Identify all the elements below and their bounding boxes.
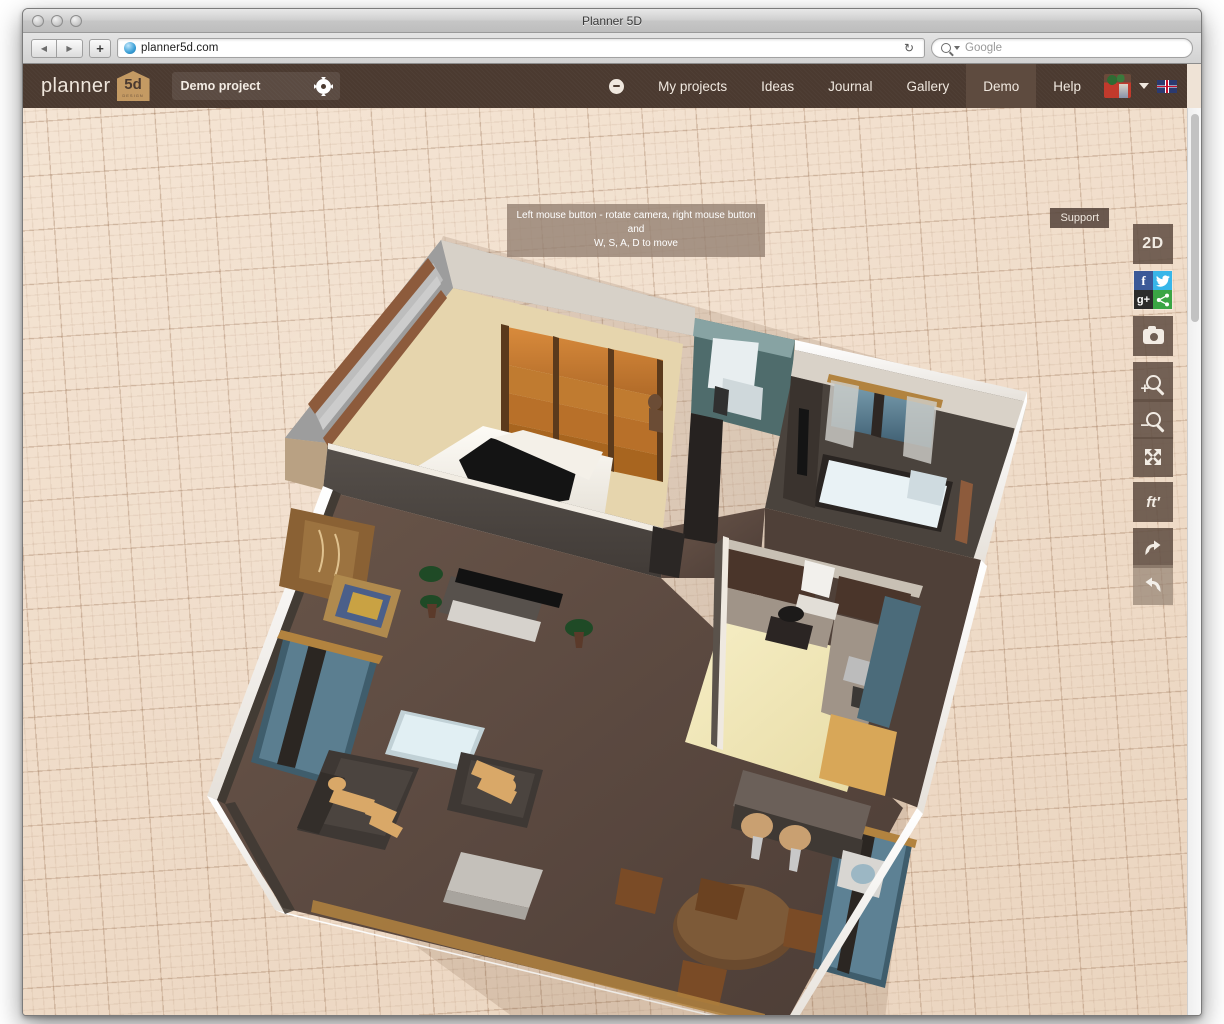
chevron-down-icon[interactable] <box>1139 83 1149 89</box>
circle-minus-icon <box>609 79 624 94</box>
browser-toolbar: ◀ ▶ + planner5d.com ↻ Google <box>23 33 1201 64</box>
zoom-in-icon: + <box>1146 375 1161 390</box>
support-tooltip[interactable]: Support <box>1050 208 1109 228</box>
twitter-icon[interactable] <box>1153 271 1172 290</box>
planner5d-logo[interactable]: planner 5d DESIGN <box>23 71 150 101</box>
zoom-in-button[interactable]: + <box>1133 362 1173 402</box>
app-header: planner 5d DESIGN Demo project My projec… <box>23 64 1187 108</box>
scrollbar-thumb[interactable] <box>1191 114 1199 322</box>
cookware <box>778 606 804 622</box>
logo-badge-icon: 5d DESIGN <box>117 71 150 101</box>
nav-item-demo[interactable]: Demo <box>966 64 1036 108</box>
undo-arrow-icon <box>1141 537 1165 559</box>
search-field[interactable]: Google <box>931 38 1193 58</box>
camera-icon <box>1143 329 1164 344</box>
browser-window: Planner 5D ◀ ▶ + planner5d.com ↻ Google … <box>22 8 1202 1016</box>
googleplus-icon[interactable]: g+ <box>1134 290 1153 309</box>
redo-arrow-icon <box>1141 574 1165 596</box>
navigation-buttons: ◀ ▶ <box>31 39 83 58</box>
gear-icon[interactable] <box>316 79 331 94</box>
logo-badge-sub: DESIGN <box>122 93 143 98</box>
camera-hint-tooltip: Left mouse button - rotate camera, right… <box>507 204 765 257</box>
screenshot-button[interactable] <box>1133 316 1173 356</box>
minimize-button[interactable] <box>51 15 63 27</box>
logo-badge-number: 5d <box>124 77 142 92</box>
nav-item-ideas[interactable]: Ideas <box>744 64 811 108</box>
chevron-down-icon <box>954 46 960 50</box>
curtain-right <box>903 396 937 464</box>
plant[interactable] <box>419 566 443 582</box>
close-button[interactable] <box>32 15 44 27</box>
globe-icon <box>124 42 136 54</box>
reload-icon[interactable]: ↻ <box>900 39 918 57</box>
view-2d-label: 2D <box>1142 235 1163 253</box>
units-button[interactable]: ft′ <box>1133 482 1173 522</box>
fullscreen-button[interactable] <box>1133 437 1173 477</box>
social-share-grid[interactable]: f g+ <box>1133 270 1173 310</box>
nav-item-my-projects[interactable]: My projects <box>641 64 744 108</box>
back-button[interactable]: ◀ <box>31 39 57 58</box>
camera-hint-line-2: W, S, A, D to move <box>513 237 759 251</box>
window-controls[interactable] <box>32 15 82 27</box>
window-title: Planner 5D <box>23 9 1201 33</box>
mannequin-figure[interactable] <box>648 394 663 433</box>
vertical-scrollbar[interactable] <box>1187 108 1201 1016</box>
view-2d-button[interactable]: 2D <box>1133 224 1173 264</box>
redo-button[interactable] <box>1133 565 1173 605</box>
avatar[interactable] <box>1104 74 1131 98</box>
address-bar-url: planner5d.com <box>141 42 218 54</box>
project-name-label: Demo project <box>181 79 261 93</box>
nav-item-journal[interactable]: Journal <box>811 64 889 108</box>
uk-flag-icon[interactable] <box>1157 80 1177 93</box>
toilet <box>713 386 729 416</box>
zoom-button[interactable] <box>70 15 82 27</box>
curtain-left <box>825 380 859 448</box>
undo-button[interactable] <box>1133 528 1173 568</box>
camera-hint-line-1: Left mouse button - rotate camera, right… <box>513 209 759 237</box>
expand-arrows-icon <box>1142 446 1164 468</box>
share-icon[interactable] <box>1153 290 1172 309</box>
window-titlebar: Planner 5D <box>23 9 1201 33</box>
main-navigation: My projects Ideas Journal Gallery Demo H… <box>592 64 1187 108</box>
3d-viewport[interactable]: Left mouse button - rotate camera, right… <box>23 108 1187 1016</box>
address-bar[interactable]: planner5d.com ↻ <box>117 38 925 58</box>
new-tab-button[interactable]: + <box>89 39 111 58</box>
twitter-bird-icon <box>1156 275 1170 287</box>
user-menu[interactable] <box>1098 64 1187 108</box>
nav-item-help[interactable]: Help <box>1036 64 1098 108</box>
page-content: planner 5d DESIGN Demo project My projec… <box>23 64 1201 1016</box>
logo-text: planner <box>41 75 111 98</box>
zoom-out-icon: − <box>1146 412 1161 427</box>
units-label: ft′ <box>1146 494 1160 511</box>
share-nodes-icon <box>1156 293 1170 307</box>
facebook-icon[interactable]: f <box>1134 271 1153 290</box>
search-icon <box>941 43 951 53</box>
zoom-out-button[interactable]: − <box>1133 399 1173 439</box>
forward-button[interactable]: ▶ <box>57 39 83 58</box>
project-name-field[interactable]: Demo project <box>172 72 340 100</box>
search-placeholder: Google <box>965 42 1002 54</box>
nav-item-notifications[interactable] <box>592 64 641 108</box>
nav-item-gallery[interactable]: Gallery <box>889 64 966 108</box>
